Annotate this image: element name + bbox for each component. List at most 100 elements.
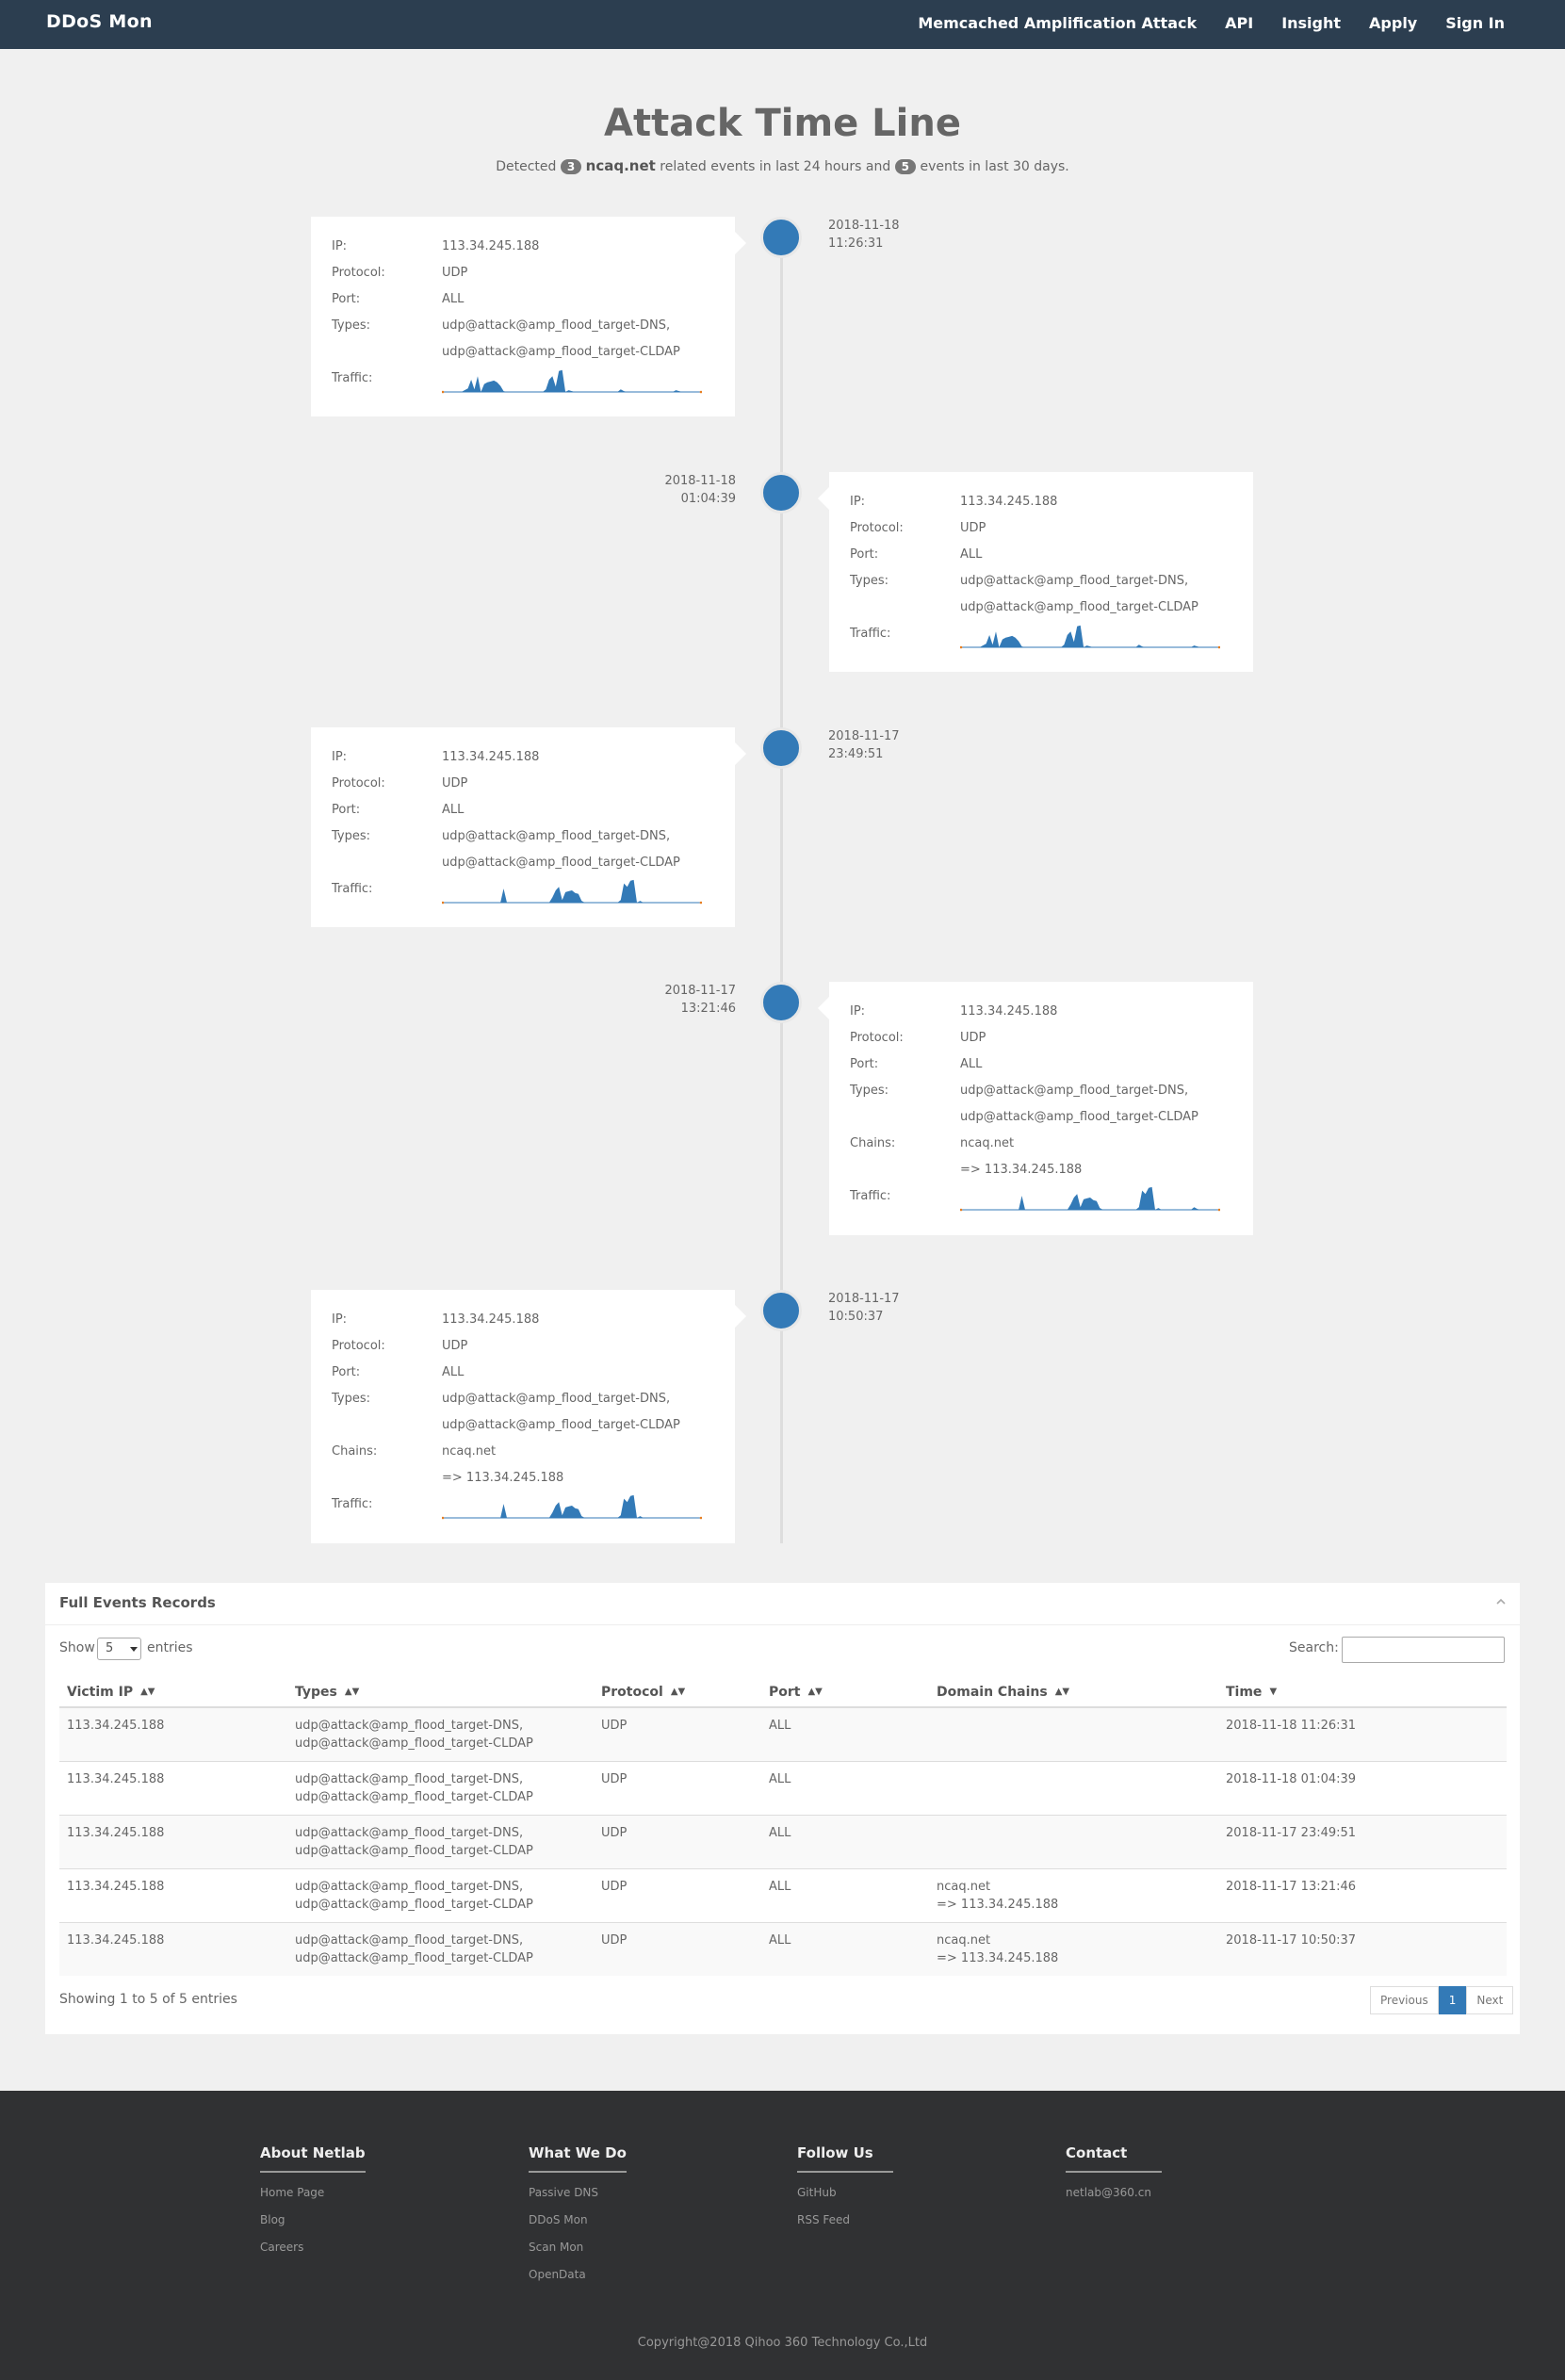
cell-chains bbox=[929, 1760, 1218, 1815]
type-value-2: udp@attack@amp_flood_target-CLDAP bbox=[442, 856, 680, 870]
card-pointer bbox=[735, 742, 746, 765]
footer-link[interactable]: netlab@360.cn bbox=[1066, 2186, 1162, 2213]
event-time: 10:50:37 bbox=[828, 1310, 884, 1324]
search-input[interactable] bbox=[1342, 1637, 1505, 1663]
cell-port: ALL bbox=[761, 1814, 929, 1868]
traffic-endpoint bbox=[1217, 1208, 1220, 1212]
cell-types: udp@attack@amp_flood_target-DNS, udp@atta… bbox=[287, 1921, 594, 1976]
footer-col-follow-us: Follow Us GitHub RSS Feed bbox=[797, 2144, 893, 2241]
traffic-area bbox=[960, 625, 1220, 647]
cell-time: 2018-11-17 10:50:37 bbox=[1218, 1921, 1507, 1976]
entries-select[interactable]: 5 bbox=[97, 1638, 141, 1660]
event-date: 2018-11-17 bbox=[828, 1292, 900, 1306]
traffic-endpoint bbox=[442, 390, 445, 394]
footer-link[interactable]: Blog bbox=[260, 2213, 366, 2241]
ip-value: 113.34.245.188 bbox=[442, 750, 540, 764]
type-value-1: udp@attack@amp_flood_target-DNS, bbox=[442, 829, 671, 843]
event-card: IP: 113.34.245.188 Protocol: UDP Port: A… bbox=[311, 1290, 746, 1543]
footer-link[interactable]: RSS Feed bbox=[797, 2213, 893, 2241]
sort-desc-icon: ▼ bbox=[1269, 1687, 1278, 1697]
cell-chains bbox=[929, 1814, 1218, 1868]
footer-link[interactable]: Careers bbox=[260, 2241, 366, 2268]
sort-icon: ▲▼ bbox=[344, 1687, 360, 1697]
cell-chains: ncaq.net => 113.34.245.188 bbox=[929, 1921, 1218, 1976]
event-date: 2018-11-18 bbox=[828, 219, 900, 233]
records-title: Full Events Records bbox=[59, 1594, 216, 1611]
type-value-1: udp@attack@amp_flood_target-DNS, bbox=[442, 1392, 671, 1406]
timeline-dot bbox=[760, 727, 802, 769]
col-port[interactable]: Port ▲▼ bbox=[761, 1677, 929, 1708]
caret-down-icon bbox=[130, 1647, 138, 1652]
table-row: 113.34.245.188 udp@attack@amp_flood_targ… bbox=[59, 1760, 1507, 1815]
cell-ip: 113.34.245.188 bbox=[59, 1867, 287, 1922]
cell-ip: 113.34.245.188 bbox=[59, 1760, 287, 1815]
traffic-label: Traffic: bbox=[850, 627, 891, 641]
col-protocol[interactable]: Protocol ▲▼ bbox=[594, 1677, 761, 1708]
search-label: Search: bbox=[1289, 1640, 1339, 1655]
type-value-2: udp@attack@amp_flood_target-CLDAP bbox=[442, 345, 680, 359]
type-value-1: udp@attack@amp_flood_target-DNS, bbox=[960, 574, 1189, 588]
event-card: IP: 113.34.245.188 Protocol: UDP Port: A… bbox=[818, 982, 1253, 1235]
cell-port: ALL bbox=[761, 1867, 929, 1922]
footer-link[interactable]: DDoS Mon bbox=[529, 2213, 627, 2241]
traffic-area bbox=[442, 879, 702, 903]
sort-icon: ▲▼ bbox=[1054, 1687, 1070, 1697]
brand-logo[interactable]: DDoS Mon bbox=[46, 11, 153, 32]
detected-summary: Detected 3 ncaq.net related events in la… bbox=[0, 157, 1565, 174]
nav-sign-in[interactable]: Sign In bbox=[1445, 14, 1505, 32]
nav-insight[interactable]: Insight bbox=[1281, 14, 1341, 32]
nav-apply[interactable]: Apply bbox=[1369, 14, 1417, 32]
traffic-endpoint bbox=[960, 1208, 963, 1212]
event-card: IP: 113.34.245.188 Protocol: UDP Port: A… bbox=[311, 727, 746, 927]
col-types[interactable]: Types ▲▼ bbox=[287, 1677, 594, 1708]
footer-link[interactable]: Scan Mon bbox=[529, 2241, 627, 2268]
traffic-endpoint bbox=[1217, 645, 1220, 649]
pager-next[interactable]: Next bbox=[1466, 1986, 1514, 2014]
col-domain-chains[interactable]: Domain Chains ▲▼ bbox=[929, 1677, 1218, 1708]
footer-link[interactable]: Home Page bbox=[260, 2186, 366, 2213]
pager-previous[interactable]: Previous bbox=[1370, 1986, 1439, 2014]
records-table: Victim IP ▲▼ Types ▲▼ Protocol ▲▼ Port ▲▼ Do… bbox=[59, 1677, 1507, 1976]
cell-port: ALL bbox=[761, 1706, 929, 1761]
port-label: Port: bbox=[332, 803, 361, 817]
type-value-1: udp@attack@amp_flood_target-DNS, bbox=[960, 1084, 1189, 1098]
nav-memcached[interactable]: Memcached Amplification Attack bbox=[918, 14, 1197, 32]
port-value: ALL bbox=[960, 1057, 983, 1071]
cell-port: ALL bbox=[761, 1921, 929, 1976]
copyright: Copyright@2018 Qihoo 360 Technology Co.,… bbox=[637, 2336, 928, 2350]
footer-link[interactable]: OpenData bbox=[529, 2268, 627, 2295]
count-30d-badge: 5 bbox=[894, 159, 917, 174]
port-label: Port: bbox=[850, 1057, 879, 1071]
event-time: 01:04:39 bbox=[680, 492, 736, 506]
traffic-area bbox=[960, 1186, 1220, 1210]
footer-col-contact: Contact netlab@360.cn bbox=[1066, 2144, 1162, 2213]
col-time[interactable]: Time ▼ bbox=[1218, 1677, 1507, 1708]
ip-label: IP: bbox=[332, 239, 348, 253]
ip-label: IP: bbox=[332, 750, 348, 764]
port-value: ALL bbox=[442, 1365, 465, 1379]
chevron-up-icon[interactable] bbox=[1495, 1596, 1507, 1607]
footer-link[interactable]: GitHub bbox=[797, 2186, 893, 2213]
event-date: 2018-11-17 bbox=[828, 729, 900, 743]
event-date: 2018-11-17 bbox=[664, 984, 736, 998]
entries-select-value: 5 bbox=[106, 1641, 114, 1655]
traffic-endpoint bbox=[960, 645, 963, 649]
col-victim-ip[interactable]: Victim IP ▲▼ bbox=[59, 1677, 287, 1708]
pager-page-1[interactable]: 1 bbox=[1438, 1986, 1467, 2014]
cell-time: 2018-11-18 01:04:39 bbox=[1218, 1760, 1507, 1815]
cell-ip: 113.34.245.188 bbox=[59, 1921, 287, 1976]
event-time: 13:21:46 bbox=[680, 1002, 736, 1016]
cell-port: ALL bbox=[761, 1760, 929, 1815]
timeline-dot bbox=[760, 1290, 802, 1331]
protocol-label: Protocol: bbox=[332, 1339, 385, 1353]
table-row: 113.34.245.188 udp@attack@amp_flood_targ… bbox=[59, 1706, 1507, 1761]
footer-link[interactable]: Passive DNS bbox=[529, 2186, 627, 2213]
cell-types: udp@attack@amp_flood_target-DNS, udp@atta… bbox=[287, 1814, 594, 1868]
ip-label: IP: bbox=[850, 1004, 866, 1019]
port-label: Port: bbox=[332, 1365, 361, 1379]
navbar: DDoS Mon Memcached Amplification Attack … bbox=[0, 0, 1565, 49]
protocol-value: UDP bbox=[442, 1339, 468, 1353]
footer-col-what-we-do: What We Do Passive DNS DDoS Mon Scan Mon… bbox=[529, 2144, 627, 2295]
card-pointer bbox=[818, 997, 829, 1019]
nav-api[interactable]: API bbox=[1225, 14, 1253, 32]
